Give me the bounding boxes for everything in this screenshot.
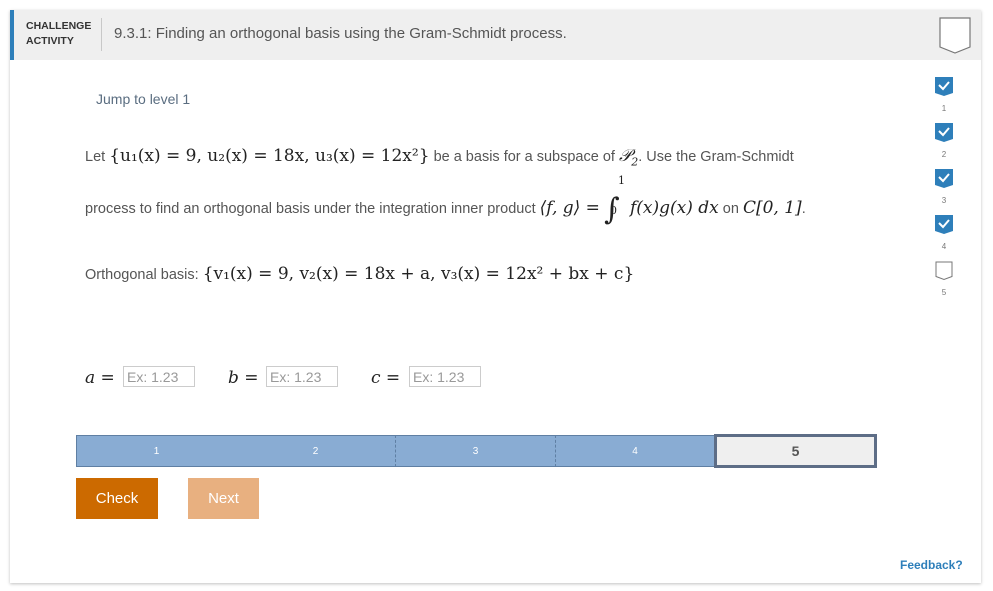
level-5-segment[interactable]: 5 xyxy=(714,434,877,468)
problem-line-1: Let {u₁(x) = 9, u₂(x) = 18x, u₃(x) = 12x… xyxy=(85,146,794,168)
integral-lower-limit: 0 xyxy=(609,204,617,217)
b-label: b = xyxy=(228,368,259,388)
integral-upper-limit: 1 xyxy=(617,174,625,187)
sidebar-level-number: 5 xyxy=(941,288,947,297)
b-input[interactable] xyxy=(266,366,338,387)
level-4-segment[interactable]: 4 xyxy=(556,435,714,467)
integrand-expression: f(x)g(x) dx xyxy=(630,198,719,218)
problem-text: . Use the Gram-Schmidt xyxy=(638,149,794,165)
c-input[interactable] xyxy=(409,366,481,387)
empty-badge-icon xyxy=(935,261,953,281)
completion-badge-icon xyxy=(939,17,971,54)
activity-type-label: CHALLENGE ACTIVITY xyxy=(26,19,91,49)
problem-text: Let xyxy=(85,149,106,165)
feedback-link[interactable]: Feedback? xyxy=(900,558,963,572)
sidebar-level-1: 1 xyxy=(934,77,954,113)
sidebar-level-3: 3 xyxy=(934,169,954,205)
activity-type-line2: ACTIVITY xyxy=(26,35,74,47)
a-input[interactable] xyxy=(123,366,195,387)
sidebar-level-number: 1 xyxy=(941,104,947,113)
orthogonal-basis-line: Orthogonal basis: {v₁(x) = 9, v₂(x) = 18… xyxy=(85,264,634,284)
activity-type-line1: CHALLENGE xyxy=(26,20,92,32)
sidebar-level-number: 2 xyxy=(941,150,947,159)
problem-text: be a basis for a subspace of xyxy=(433,149,615,165)
level-progress-bar: 1 2 3 4 5 xyxy=(76,434,877,468)
level-3-segment[interactable]: 3 xyxy=(396,435,556,467)
level-2-segment[interactable]: 2 xyxy=(236,435,396,467)
problem-text: on xyxy=(722,201,739,217)
check-badge-icon xyxy=(935,77,953,96)
check-badge-icon xyxy=(935,215,953,234)
sidebar-level-number: 3 xyxy=(941,196,947,205)
problem-text: process to find an orthogonal basis unde… xyxy=(85,201,536,217)
integral-symbol: ∫ 1 0 xyxy=(603,174,625,227)
next-button[interactable]: Next xyxy=(188,478,259,519)
polynomial-space-symbol: 𝒫2 xyxy=(618,146,639,169)
check-badge-icon xyxy=(935,169,953,188)
level-1-segment[interactable]: 1 xyxy=(76,435,237,467)
header-divider xyxy=(101,18,102,51)
check-button[interactable]: Check xyxy=(76,478,158,519)
activity-title: 9.3.1: Finding an orthogonal basis using… xyxy=(114,25,567,42)
orthogonal-basis-expression: {v₁(x) = 9, v₂(x) = 18x + a, v₃(x) = 12x… xyxy=(202,264,635,284)
sidebar-level-5: 5 xyxy=(934,261,954,297)
jump-to-level-link[interactable]: Jump to level 1 xyxy=(96,91,190,107)
c-label: c = xyxy=(371,368,401,388)
basis-u-expression: {u₁(x) = 9, u₂(x) = 18x, u₃(x) = 12x²} xyxy=(109,146,430,166)
problem-line-2: process to find an orthogonal basis unde… xyxy=(85,174,806,227)
orthogonal-basis-label: Orthogonal basis: xyxy=(85,267,199,283)
inner-product-expression: ⟨f, g⟩ = xyxy=(539,198,600,218)
challenge-activity-card: CHALLENGE ACTIVITY 9.3.1: Finding an ort… xyxy=(10,10,981,583)
problem-text: . xyxy=(801,201,806,217)
interval-expression: C[0, 1] xyxy=(742,198,802,218)
sidebar-level-2: 2 xyxy=(934,123,954,159)
sidebar-level-4: 4 xyxy=(934,215,954,251)
activity-header: CHALLENGE ACTIVITY 9.3.1: Finding an ort… xyxy=(10,10,981,60)
check-badge-icon xyxy=(935,123,953,142)
a-label: a = xyxy=(85,368,115,388)
sidebar-level-number: 4 xyxy=(941,242,947,251)
header-accent-bar xyxy=(10,10,14,60)
